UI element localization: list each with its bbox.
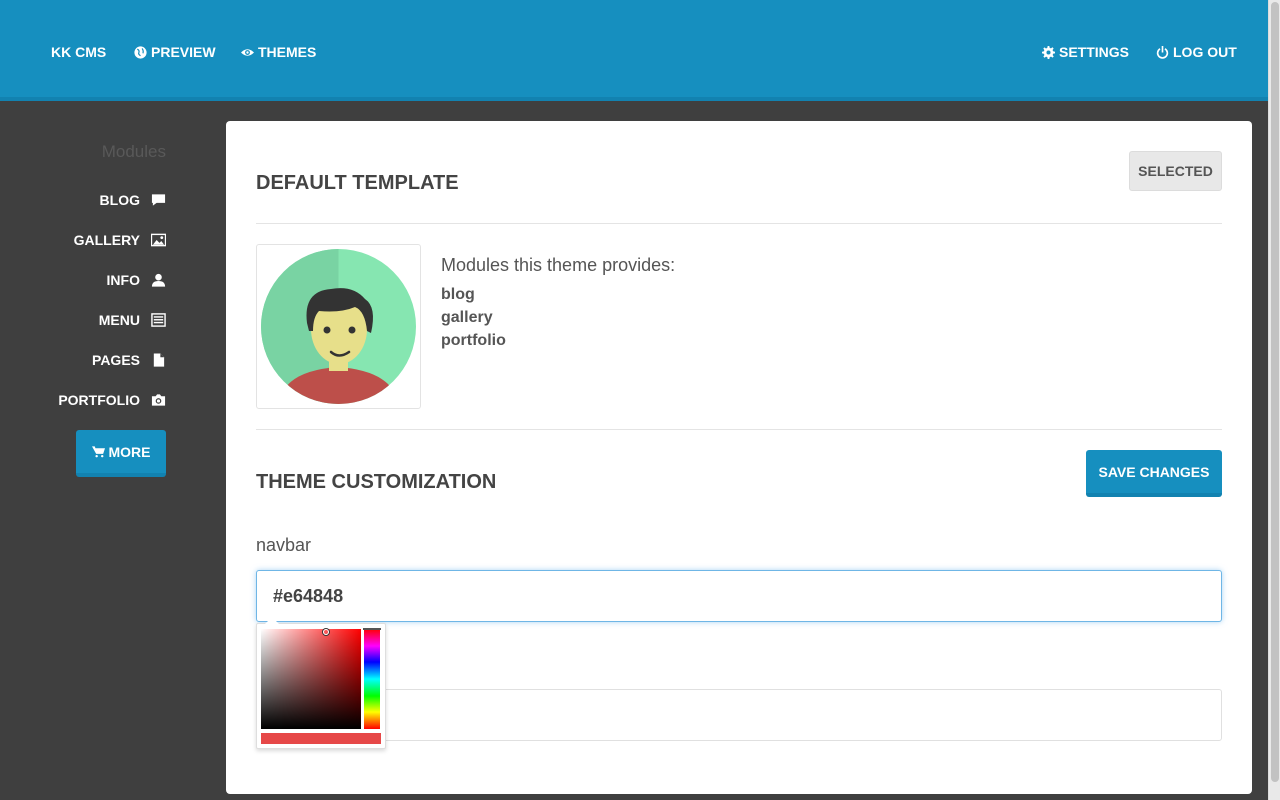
- gear-icon: [1042, 45, 1055, 59]
- color-picker[interactable]: [256, 617, 386, 749]
- avatar-illustration: [261, 249, 416, 404]
- brand-label: KK CMS: [51, 44, 107, 60]
- cart-icon: [91, 445, 105, 457]
- sidebar-title: Modules: [101, 142, 166, 161]
- comment-icon: [151, 194, 166, 206]
- page-scrollbar[interactable]: [1268, 0, 1280, 800]
- color-input-secondary[interactable]: [256, 689, 1222, 741]
- eye-icon: [241, 48, 254, 56]
- hue-marker[interactable]: [363, 628, 381, 630]
- sidebar-item-info[interactable]: INFO: [40, 270, 166, 290]
- picker-caret: [265, 617, 279, 624]
- module-item: portfolio: [441, 332, 506, 349]
- more-label: MORE: [108, 443, 151, 460]
- settings-link[interactable]: SETTINGS: [1042, 44, 1129, 60]
- logout-link[interactable]: LOG OUT: [1156, 44, 1237, 60]
- module-item: gallery: [441, 309, 493, 326]
- customization-title: THEME CUSTOMIZATION: [256, 471, 497, 493]
- logout-label: LOG OUT: [1173, 44, 1237, 60]
- sidebar-item-portfolio[interactable]: PORTFOLIO: [40, 390, 166, 410]
- sidebar-item-gallery[interactable]: GALLERY: [40, 230, 166, 250]
- sidebar-item-pages[interactable]: PAGES: [40, 350, 166, 370]
- preview-label: PREVIEW: [151, 44, 216, 60]
- camera-icon: [151, 394, 166, 406]
- saturation-cursor[interactable]: [323, 629, 329, 635]
- sidebar-item-label: BLOG: [99, 192, 140, 208]
- sidebar-item-label: INFO: [106, 272, 140, 288]
- theme-panel: DEFAULT TEMPLATE SELECTED Modules this t…: [226, 121, 1252, 794]
- list-icon: [151, 313, 166, 327]
- divider: [256, 429, 1222, 430]
- save-changes-button[interactable]: SAVE CHANGES: [1086, 450, 1222, 497]
- brand-link[interactable]: KK CMS: [51, 44, 106, 60]
- sidebar-item-label: PAGES: [92, 352, 140, 368]
- user-icon: [151, 273, 166, 287]
- color-preview: [261, 733, 381, 744]
- scrollbar-thumb[interactable]: [1271, 2, 1279, 782]
- hue-slider[interactable]: [364, 629, 380, 729]
- sidebar-item-label: GALLERY: [73, 232, 140, 248]
- globe-icon: [134, 45, 147, 59]
- top-navbar: KK CMS PREVIEW THEMES SETTINGS LOG OUT: [0, 0, 1268, 101]
- template-title: DEFAULT TEMPLATE: [256, 172, 459, 194]
- navbar-color-input[interactable]: [256, 570, 1222, 622]
- power-icon: [1156, 45, 1169, 59]
- theme-thumbnail: [256, 244, 421, 409]
- navbar-field-label: navbar: [256, 535, 312, 555]
- saturation-area[interactable]: [261, 629, 361, 729]
- themes-link[interactable]: THEMES: [241, 44, 316, 60]
- module-item: blog: [441, 286, 475, 303]
- sidebar-item-blog[interactable]: BLOG: [40, 190, 166, 210]
- sidebar-item-label: PORTFOLIO: [58, 392, 140, 408]
- themes-label: THEMES: [258, 44, 317, 60]
- divider: [256, 223, 1222, 224]
- more-button[interactable]: MORE: [76, 430, 166, 477]
- provides-label: Modules this theme provides:: [441, 255, 676, 275]
- sidebar-item-menu[interactable]: MENU: [40, 310, 166, 330]
- selected-badge: SELECTED: [1129, 151, 1222, 191]
- preview-link[interactable]: PREVIEW: [134, 44, 216, 60]
- settings-label: SETTINGS: [1059, 44, 1130, 60]
- sidebar-item-label: MENU: [98, 312, 140, 328]
- picture-icon: [151, 233, 166, 247]
- file-icon: [153, 353, 165, 367]
